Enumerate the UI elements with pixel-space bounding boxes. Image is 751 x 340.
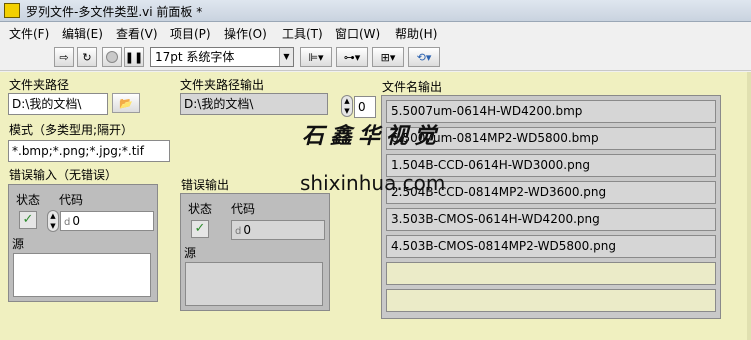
run-continuously-icon: ↻ xyxy=(82,50,92,64)
error-in-code-value: 0 xyxy=(72,214,80,228)
align-icon: ⊫▾ xyxy=(308,50,324,64)
distribute-objects-button[interactable]: ⊶▾ xyxy=(336,47,368,67)
error-in-label: 错误输入（无错误） xyxy=(9,168,118,182)
run-button[interactable]: ⇨ xyxy=(54,47,74,67)
panel-scrollbar[interactable] xyxy=(747,72,751,340)
run-continuously-button[interactable]: ↻ xyxy=(77,47,97,67)
abort-button[interactable] xyxy=(102,47,122,67)
error-out-code-value: 0 xyxy=(243,223,251,237)
chevron-down-icon: ▼ xyxy=(279,48,293,66)
menu-bar: 文件(F) 编辑(E) 查看(V) 项目(P) 操作(O) 工具(T) 窗口(W… xyxy=(0,22,751,42)
pattern-input[interactable]: *.bmp;*.png;*.jpg;*.tif xyxy=(8,140,170,162)
front-panel: 文件夹路径 D:\我的文档\ 📂 文件夹路径输出 D:\我的文档\ 文件名输出 … xyxy=(0,72,751,340)
error-out-source-indicator xyxy=(185,262,323,306)
resize-icon: ⊞▾ xyxy=(380,50,396,64)
reorder-button[interactable]: ⟲▾ xyxy=(408,47,440,67)
checkmark-icon: ✓ xyxy=(194,221,206,236)
radix-indicator: d xyxy=(64,217,71,228)
stop-icon xyxy=(106,51,118,63)
menu-file[interactable]: 文件(F) xyxy=(9,25,49,42)
error-out-status-indicator: ✓ xyxy=(191,220,209,238)
folder-path-label: 文件夹路径 xyxy=(9,78,70,92)
watermark-url: shixinhua.com xyxy=(300,171,446,195)
menu-operate[interactable]: 操作(O) xyxy=(224,25,267,42)
error-in-status-checkbox[interactable]: ✓ xyxy=(19,211,37,229)
window-title: 罗列文件-多文件类型.vi 前面板 * xyxy=(26,5,203,19)
font-select[interactable]: 17pt 系统字体 ▼ xyxy=(150,47,294,67)
error-out-cluster: 状态 代码 ✓ d0 源 xyxy=(180,193,330,311)
pause-icon: ❚❚ xyxy=(124,50,144,64)
menu-help[interactable]: 帮助(H) xyxy=(395,25,437,42)
folder-open-icon: 📂 xyxy=(119,96,133,110)
run-arrow-icon: ⇨ xyxy=(59,50,69,64)
error-out-code-indicator: d0 xyxy=(231,220,325,240)
menu-edit[interactable]: 编辑(E) xyxy=(62,25,103,42)
resize-objects-button[interactable]: ⊞▾ xyxy=(372,47,404,67)
toolbar: ⇨ ↻ ❚❚ 17pt 系统字体 ▼ ⊫▾ ⊶▾ ⊞▾ ⟲▾ xyxy=(0,43,751,71)
array-element: 3.503B-CMOS-0614H-WD4200.png xyxy=(386,208,716,231)
error-in-code-label: 代码 xyxy=(59,193,84,207)
filename-out-label: 文件名输出 xyxy=(382,80,443,94)
menu-project[interactable]: 项目(P) xyxy=(170,25,211,42)
labview-vi-icon xyxy=(4,3,20,18)
title-bar: 罗列文件-多文件类型.vi 前面板 * xyxy=(0,0,751,22)
error-in-status-label: 状态 xyxy=(16,193,41,207)
array-index-input[interactable]: 0 xyxy=(354,96,376,118)
font-select-value: 17pt 系统字体 xyxy=(155,50,235,64)
pause-button[interactable]: ❚❚ xyxy=(124,47,144,67)
error-out-status-label: 状态 xyxy=(188,202,213,216)
error-in-source-input[interactable] xyxy=(13,253,151,297)
radix-indicator: d xyxy=(235,226,242,237)
distribute-icon: ⊶▾ xyxy=(343,50,361,64)
watermark-logo-text: 石鑫华视觉 xyxy=(302,123,443,149)
menu-tools[interactable]: 工具(T) xyxy=(282,25,323,42)
error-in-source-label: 源 xyxy=(12,237,25,251)
checkmark-icon: ✓ xyxy=(22,212,34,227)
menu-window[interactable]: 窗口(W) xyxy=(335,25,380,42)
error-out-label: 错误输出 xyxy=(181,178,230,192)
error-in-code-input[interactable]: d0 xyxy=(60,211,154,231)
folder-path-out-label: 文件夹路径输出 xyxy=(180,78,265,92)
error-in-code-stepper[interactable]: ▲ ▼ xyxy=(47,210,59,232)
error-out-source-label: 源 xyxy=(184,246,197,260)
array-element: 4.503B-CMOS-0814MP2-WD5800.png xyxy=(386,235,716,258)
reorder-icon: ⟲▾ xyxy=(416,50,432,64)
pattern-label: 模式（多类型用;隔开） xyxy=(9,123,134,137)
array-index-stepper[interactable]: ▲ ▼ xyxy=(341,95,353,117)
folder-path-out-indicator: D:\我的文档\ xyxy=(180,93,328,115)
error-out-code-label: 代码 xyxy=(231,202,256,216)
menu-view[interactable]: 查看(V) xyxy=(116,25,158,42)
browse-button[interactable]: 📂 xyxy=(112,93,140,113)
folder-path-input[interactable]: D:\我的文档\ xyxy=(8,93,108,115)
array-element-empty xyxy=(386,262,716,285)
error-in-cluster: 状态 代码 ✓ ▲ ▼ d0 源 xyxy=(8,184,158,302)
array-element-empty xyxy=(386,289,716,312)
align-objects-button[interactable]: ⊫▾ xyxy=(300,47,332,67)
